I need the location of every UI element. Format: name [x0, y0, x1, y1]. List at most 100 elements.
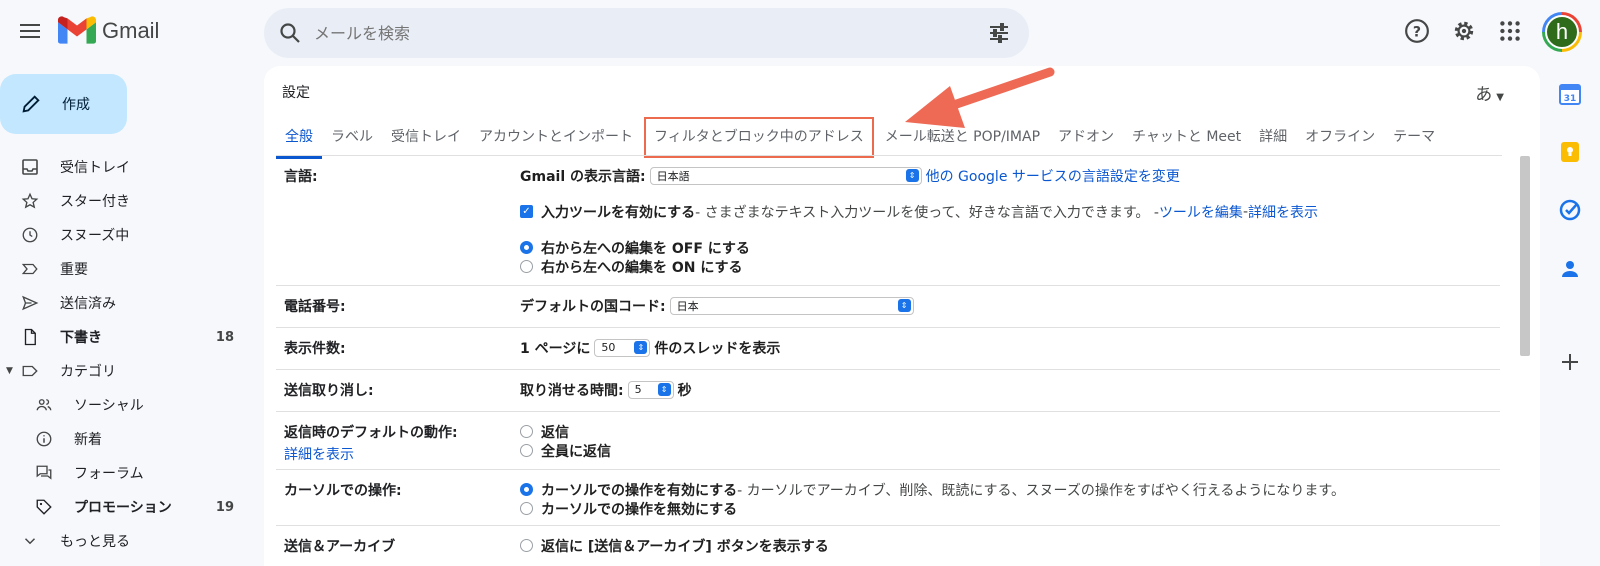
- sidebar-item-label: 重要: [60, 262, 88, 278]
- sidebar-item-starred[interactable]: スター付き: [0, 184, 250, 218]
- setting-hover-actions: カーソルでの操作: カーソルでの操作を有効にする - カーソルでアーカイブ、削除…: [276, 470, 1500, 526]
- tab-labels[interactable]: ラベル: [322, 118, 382, 157]
- search-input[interactable]: [314, 23, 987, 43]
- expand-icon: [20, 531, 40, 551]
- sidebar-item-count: 19: [215, 499, 234, 515]
- caret-down-icon[interactable]: ▼: [6, 366, 13, 376]
- sidebar-item-drafts[interactable]: 下書き 18: [0, 320, 250, 354]
- gmail-brand-text: Gmail: [102, 18, 160, 43]
- send-archive-show-radio[interactable]: [520, 539, 533, 552]
- calendar-icon[interactable]: 31: [1558, 82, 1582, 106]
- hover-disable-label: カーソルでの操作を無効にする: [541, 501, 738, 518]
- tab-addons[interactable]: アドオン: [1049, 118, 1123, 157]
- sidebar-item-snoozed[interactable]: スヌーズ中: [0, 218, 250, 252]
- sidebar-item-categories[interactable]: ▼ カテゴリ: [0, 354, 250, 388]
- sidebar-item-updates[interactable]: 新着: [0, 422, 250, 456]
- sidebar-item-forums[interactable]: フォーラム: [0, 456, 250, 490]
- reply-all-radio[interactable]: [520, 444, 533, 457]
- settings-gear-icon[interactable]: [1451, 18, 1477, 44]
- sidebar-item-more[interactable]: もっと見る: [0, 524, 250, 558]
- setting-label: 返信時のデフォルトの動作: 詳細を表示: [284, 422, 458, 464]
- account-avatar[interactable]: h: [1542, 12, 1582, 52]
- other-language-link[interactable]: 他の Google サービスの言語設定を変更: [926, 166, 1180, 186]
- tab-general[interactable]: 全般: [276, 118, 322, 159]
- compose-button[interactable]: 作成: [0, 74, 127, 134]
- tab-accounts[interactable]: アカウントとインポート: [470, 118, 642, 157]
- input-tools-checkbox[interactable]: ✓: [520, 205, 533, 218]
- sidebar-item-label: 受信トレイ: [60, 160, 130, 176]
- undo-period-select[interactable]: 5 ⇕: [627, 380, 674, 399]
- edit-tools-link[interactable]: ツールを編集: [1159, 202, 1243, 222]
- hover-enable-radio[interactable]: [520, 483, 533, 496]
- rtl-off-radio[interactable]: [520, 241, 533, 254]
- setting-phone: 電話番号: デフォルトの国コード: 日本 ⇕: [276, 286, 1500, 328]
- tab-advanced[interactable]: 詳細: [1250, 118, 1296, 157]
- undo-suffix: 秒: [677, 382, 692, 399]
- main-menu-button[interactable]: [18, 20, 42, 44]
- sidebar-item-label: 送信済み: [60, 296, 116, 312]
- setting-label: 電話番号:: [284, 299, 346, 315]
- sidebar-item-label: プロモーション: [74, 500, 172, 516]
- select-value: 5: [634, 383, 642, 396]
- input-tools-label: 入力ツールを有効にする: [541, 204, 696, 221]
- tasks-icon[interactable]: [1558, 198, 1582, 222]
- sidebar-item-label: スター付き: [60, 194, 130, 210]
- setting-language: 言語: Gmail の表示言語: 日本語 ⇕ 他の Google サービスの言語設…: [276, 156, 1500, 286]
- keep-icon[interactable]: [1558, 140, 1582, 164]
- tab-forwarding[interactable]: メール転送と POP/IMAP: [876, 118, 1049, 157]
- settings-tabs: 全般 ラベル 受信トレイ アカウントとインポート フィルタとブロック中のアドレス…: [276, 117, 1444, 159]
- show-details-link[interactable]: 詳細を表示: [1248, 202, 1318, 222]
- reply-all-option-label: 全員に返信: [541, 443, 611, 460]
- page-size-select[interactable]: 50 ⇕: [594, 338, 651, 357]
- sidebar-item-label: もっと見る: [60, 534, 130, 550]
- reply-details-link[interactable]: 詳細を表示: [284, 444, 458, 464]
- compose-label: 作成: [62, 97, 90, 113]
- select-arrows-icon: ⇕: [905, 169, 919, 182]
- sidebar-item-label: 下書き: [60, 330, 102, 346]
- tab-filters[interactable]: フィルタとブロック中のアドレス: [644, 117, 874, 158]
- search-bar[interactable]: [264, 8, 1029, 58]
- gmail-logo[interactable]: Gmail: [58, 16, 159, 46]
- chevron-down-icon: ▼: [1496, 92, 1504, 103]
- sidebar-item-label: カテゴリ: [60, 364, 116, 380]
- reply-radio[interactable]: [520, 425, 533, 438]
- setting-send-archive: 送信＆アーカイブ 返信に [送信＆アーカイブ] ボタンを表示する: [276, 526, 1500, 566]
- sidebar-item-label: スヌーズ中: [60, 228, 130, 244]
- contacts-icon[interactable]: [1558, 256, 1582, 280]
- rtl-on-radio[interactable]: [520, 260, 533, 273]
- hover-disable-radio[interactable]: [520, 502, 533, 515]
- country-code-select[interactable]: 日本 ⇕: [669, 296, 914, 315]
- page-size-suffix: 件のスレッドを表示: [654, 340, 781, 357]
- country-code-label: デフォルトの国コード:: [520, 298, 666, 315]
- sidebar-item-promotions[interactable]: プロモーション 19: [0, 490, 250, 524]
- sidebar-item-inbox[interactable]: 受信トレイ: [0, 150, 250, 184]
- tab-offline[interactable]: オフライン: [1296, 118, 1384, 157]
- select-arrows-icon: ⇕: [897, 299, 911, 312]
- input-tools-button[interactable]: あ ▼: [1475, 80, 1504, 105]
- apps-grid-icon[interactable]: [1497, 18, 1523, 44]
- sidebar-item-sent[interactable]: 送信済み: [0, 286, 250, 320]
- display-language-select[interactable]: 日本語 ⇕: [649, 166, 922, 185]
- help-icon[interactable]: ?: [1404, 18, 1430, 44]
- sidebar-item-important[interactable]: 重要: [0, 252, 250, 286]
- send-icon: [20, 293, 40, 313]
- input-tools-desc: - さまざまなテキスト入力ツールを使って、好きな言語で入力できます。 -: [695, 204, 1159, 221]
- scrollbar[interactable]: [1520, 156, 1530, 356]
- sidebar-item-count: 18: [215, 329, 234, 345]
- reply-option-label: 返信: [541, 424, 569, 441]
- sidebar-item-social[interactable]: ソーシャル: [0, 388, 250, 422]
- setting-label: 送信＆アーカイブ: [284, 539, 396, 555]
- gmail-m-icon: [58, 16, 96, 44]
- search-options-icon[interactable]: [987, 21, 1011, 45]
- search-icon[interactable]: [278, 21, 302, 45]
- hover-enable-label: カーソルでの操作を有効にする: [541, 482, 738, 499]
- setting-label: 送信取り消し:: [284, 383, 374, 399]
- pencil-icon: [22, 95, 40, 113]
- sidebar-item-label: 新着: [74, 432, 102, 448]
- reply-label-text: 返信時のデフォルトの動作:: [284, 425, 458, 441]
- tab-inbox[interactable]: 受信トレイ: [382, 118, 470, 157]
- tab-chat[interactable]: チャットと Meet: [1123, 118, 1250, 157]
- tab-themes[interactable]: テーマ: [1384, 118, 1444, 157]
- add-addon-icon[interactable]: [1558, 350, 1582, 374]
- select-arrows-icon: ⇕: [634, 341, 648, 354]
